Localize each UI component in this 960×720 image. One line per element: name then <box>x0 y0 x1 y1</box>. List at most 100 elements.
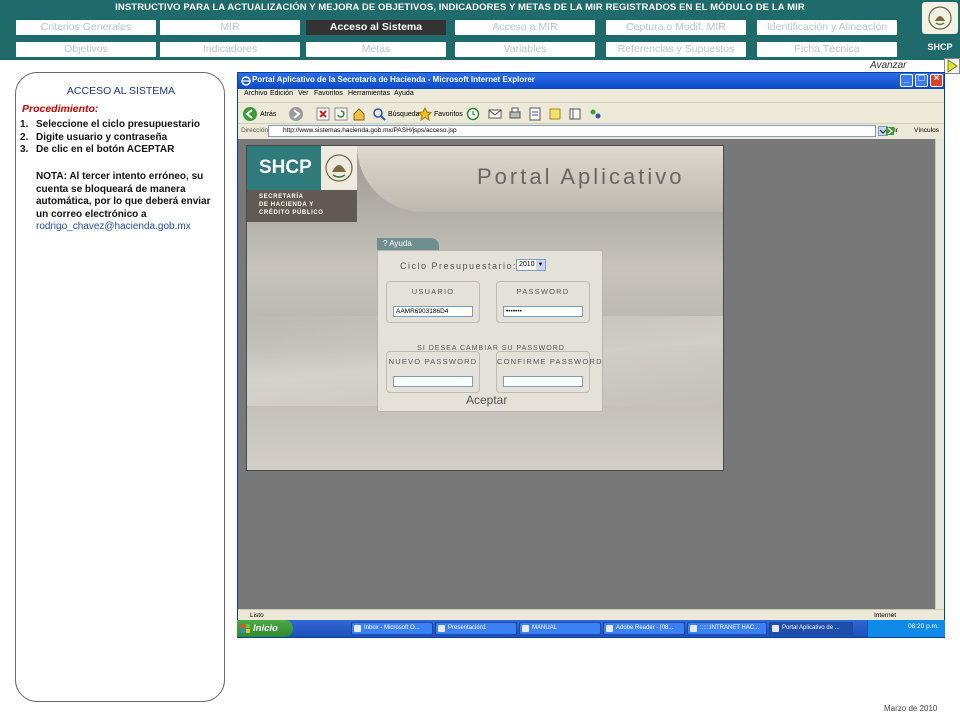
tab-referencias-supuestos[interactable]: Referencias y Supuestos <box>606 42 746 57</box>
avanzar-label[interactable]: Avanzar <box>870 60 907 71</box>
address-bar: Dirección http://www.sistemas.hacienda.g… <box>238 124 944 138</box>
go-button[interactable]: Ir <box>894 127 898 134</box>
go-icon[interactable] <box>886 126 894 136</box>
tab-objetivos[interactable]: Objetivos <box>16 42 156 57</box>
tab-acceso-al-sistema[interactable]: Acceso al Sistema <box>306 20 446 35</box>
taskbar-item[interactable]: Adobe Reader - [08... <box>603 622 685 635</box>
aceptar-button[interactable]: Aceptar <box>466 393 507 407</box>
close-button[interactable]: × <box>930 73 943 87</box>
mail-icon[interactable] <box>488 106 502 122</box>
tab-identificacion-alineacion[interactable]: Identificación y Alineación <box>757 20 897 35</box>
new-password-label: NUEVO PASSWORD <box>388 357 478 366</box>
password-input[interactable]: ••••••• <box>503 306 583 317</box>
taskbar-item[interactable]: ::::::INTRANET HAC... <box>687 622 767 635</box>
confirm-password-group: CONFIRME PASSWORD <box>496 351 603 393</box>
shcp-logo: SHCP <box>927 42 953 52</box>
tab-metas[interactable]: Metas <box>306 42 446 57</box>
history-icon[interactable] <box>466 106 480 122</box>
favorites-label[interactable]: Favoritos <box>434 111 463 118</box>
ciclo-presupuestario-label: Ciclo Presupuestario: <box>400 261 518 271</box>
refresh-icon[interactable] <box>334 106 348 122</box>
instructions-panel: ACCESO AL SISTEMA Procedimiento: 1. Selec… <box>15 72 225 702</box>
research-icon[interactable] <box>568 106 582 122</box>
start-button[interactable]: Inicio <box>237 620 293 637</box>
favorites-icon[interactable] <box>418 106 432 122</box>
help-tab[interactable]: ? Ayuda <box>377 238 439 250</box>
login-form: Ciclo Presupuestario: 2010 ▼ USUARIO AAM… <box>377 250 603 412</box>
confirm-password-label: CONFIRME PASSWORD <box>497 357 603 366</box>
browser-titlebar[interactable]: Portal Aplicativo de la Secretaría de Ha… <box>238 73 944 89</box>
menu-ver[interactable]: Ver <box>298 90 309 97</box>
note-text: NOTA: Al tercer intento erróneo, su cuen… <box>36 171 211 220</box>
tab-captura-modif-mir[interactable]: Captura o Modif. MIR <box>606 20 746 35</box>
browser-title: Portal Aplicativo de la Secretaría de Ha… <box>252 75 535 84</box>
panel-title: ACCESO AL SISTEMA <box>66 85 176 97</box>
tab-criterios-generales[interactable]: Criterios Generales <box>16 20 156 35</box>
home-icon[interactable] <box>352 106 366 122</box>
back-label[interactable]: Atrás <box>260 111 276 118</box>
portal-emblem-icon <box>321 146 357 190</box>
header-banner: INSTRUCTIVO PARA LA ACTUALIZACIÓN Y MEJO… <box>0 0 960 60</box>
new-password-input[interactable] <box>393 376 473 387</box>
page-title: INSTRUCTIVO PARA LA ACTUALIZACIÓN Y MEJO… <box>115 2 805 13</box>
taskbar-item-active[interactable]: Portal Aplicativo de ... <box>769 622 853 635</box>
confirm-password-input[interactable] <box>503 376 583 387</box>
search-label[interactable]: Búsqueda <box>388 111 420 118</box>
ciclo-presupuestario-select[interactable]: 2010 ▼ <box>516 259 546 271</box>
usuario-group: USUARIO AAMR6903186D4 <box>386 281 480 323</box>
step-item: 1. Seleccione el ciclo presupuestario <box>20 119 200 130</box>
mexico-emblem-icon <box>922 2 958 34</box>
footer-date: Marzo de 2010 <box>884 704 938 713</box>
links-button[interactable]: Vínculos <box>914 127 939 134</box>
windows-flag-icon <box>241 624 250 633</box>
tab-indicadores[interactable]: Indicadores <box>160 42 300 57</box>
messenger-icon[interactable] <box>548 106 562 122</box>
portal-title: Portal Aplicativo <box>477 164 685 189</box>
status-text: Listo <box>250 612 264 619</box>
edit-icon[interactable] <box>528 106 542 122</box>
step-item: 3. De clic en el botón ACEPTAR <box>20 144 175 155</box>
security-zone: Internet <box>874 612 897 619</box>
stop-icon[interactable] <box>316 106 330 122</box>
usuario-label: USUARIO <box>411 287 455 296</box>
browser-window: Portal Aplicativo de la Secretaría de Ha… <box>237 72 945 638</box>
contact-email-link[interactable]: rodrigo_chavez@hacienda.gob.mx <box>36 221 222 234</box>
taskbar-item[interactable]: Presentación1 <box>435 622 517 635</box>
clock: 08:20 p.m. <box>908 623 939 630</box>
address-label: Dirección <box>241 127 269 134</box>
password-group: PASSWORD ••••••• <box>496 281 590 323</box>
browser-menubar: Archivo Edición Ver Favoritos Herramient… <box>238 89 944 101</box>
print-icon[interactable] <box>508 106 522 122</box>
procedure-title: Procedimiento: <box>22 103 99 115</box>
menu-favoritos[interactable]: Favoritos <box>314 90 343 97</box>
taskbar-item[interactable]: MANUAL <box>519 622 601 635</box>
taskbar-item[interactable]: Inbox - Microsoft O... <box>351 622 433 635</box>
maximize-button[interactable]: □ <box>915 73 928 87</box>
windows-taskbar: Inicio Inbox - Microsoft O... Presentaci… <box>237 620 945 637</box>
forward-icon[interactable] <box>288 106 304 122</box>
password-label: PASSWORD <box>516 287 570 296</box>
lockout-note: NOTA: Al tercer intento erróneo, su cuen… <box>36 171 222 234</box>
chevron-down-icon[interactable]: ▼ <box>536 260 545 270</box>
vertical-scrollbar[interactable] <box>935 139 944 609</box>
tab-ficha-tecnica[interactable]: Ficha Técnica <box>757 42 897 57</box>
tools-icon[interactable] <box>588 106 602 122</box>
tab-mir[interactable]: MIR <box>160 20 300 35</box>
menu-herramientas[interactable]: Herramientas <box>348 90 390 97</box>
menu-archivo[interactable]: Archivo <box>244 90 267 97</box>
step-item: 2. Digite usuario y contraseña <box>20 131 168 143</box>
search-icon[interactable] <box>372 106 386 122</box>
steps-list: 1. Seleccione el ciclo presupuestario 2. D… <box>18 119 224 157</box>
avanzar-arrow-icon[interactable] <box>944 58 960 74</box>
usuario-input[interactable]: AAMR6903186D4 <box>393 306 473 317</box>
portal-secretaria-text: SECRETARÍA DE HACIENDA Y CRÉDITO PÚBLICO <box>247 190 357 222</box>
system-tray: 08:20 p.m. <box>867 620 945 637</box>
menu-edicion[interactable]: Edición <box>270 90 293 97</box>
tab-acceso-a-mir[interactable]: Acceso a MIR <box>455 20 595 35</box>
back-icon[interactable] <box>242 106 258 122</box>
tab-variables[interactable]: Variables <box>455 42 595 57</box>
url-input[interactable]: http://www.sistemas.hacienda.gob.mx/PASH… <box>268 125 876 137</box>
menu-ayuda[interactable]: Ayuda <box>394 90 414 97</box>
minimize-button[interactable]: _ <box>900 73 913 87</box>
new-password-group: NUEVO PASSWORD <box>386 351 480 393</box>
